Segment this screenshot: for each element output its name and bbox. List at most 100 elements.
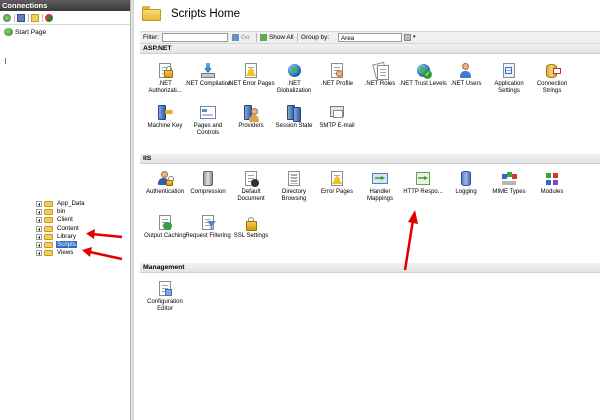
feature-net-error-pages[interactable]: .NET Error Pages <box>227 62 275 104</box>
expand-icon[interactable] <box>36 209 42 216</box>
feature-pages-and-controls[interactable]: Pages and Controls <box>186 104 230 146</box>
feature-directory-browsing[interactable]: Directory Browsing <box>272 170 316 212</box>
group-by-select[interactable]: Area <box>338 33 402 42</box>
toolbar-separator <box>256 33 257 42</box>
start-page-icon <box>4 28 13 37</box>
feature-label: Authentication <box>145 189 185 195</box>
expand-icon[interactable] <box>36 201 42 208</box>
section-header-aspnet: ASP.NET <box>140 44 600 54</box>
modules-icon <box>543 170 561 188</box>
handler-mappings-icon <box>371 170 389 188</box>
tree-item-bin[interactable]: bin <box>36 208 86 216</box>
feature-providers[interactable]: Providers <box>229 104 273 146</box>
providers-icon <box>242 104 260 122</box>
feature-label: Logging <box>455 189 477 195</box>
tree-item-scripts[interactable]: Scripts <box>36 240 86 249</box>
feature-label: Connection Strings <box>536 81 568 94</box>
folder-icon <box>44 201 53 208</box>
globe-add-icon[interactable] <box>3 14 11 22</box>
expand-icon[interactable] <box>36 233 42 240</box>
feature-net-profile[interactable]: .NET Profile <box>315 62 359 104</box>
feature-authentication[interactable]: Authentication <box>143 170 187 212</box>
start-page-label: Start Page <box>15 29 47 36</box>
feature-http-response-headers[interactable]: HTTP Respo... <box>401 170 445 212</box>
feature-request-filtering[interactable]: Request Filtering <box>185 214 231 256</box>
tree-item-views[interactable]: Views <box>36 249 86 257</box>
feature-label: HTTP Respo... <box>403 189 443 195</box>
go-button[interactable]: Go <box>241 33 250 42</box>
feature-application-settings[interactable]: Application Settings <box>487 62 531 104</box>
feature-mime-types[interactable]: MIME Types <box>487 170 531 212</box>
toolbar-separator <box>297 33 298 42</box>
feature-ssl-settings[interactable]: SSL Settings <box>229 214 273 256</box>
feature-label: .NET Trust Levels <box>399 81 447 87</box>
feature-session-state[interactable]: Session State <box>272 104 316 146</box>
site-folder-tree: App_Data bin Client Content Library Scri… <box>36 200 86 257</box>
feature-configuration-editor[interactable]: Configuration Editor <box>143 280 187 322</box>
download-icon <box>199 62 217 80</box>
feature-error-pages[interactable]: Error Pages <box>315 170 359 212</box>
feature-connection-strings[interactable]: Connection Strings <box>530 62 574 104</box>
feature-label: Error Pages <box>320 189 353 195</box>
view-mode-icon[interactable] <box>404 34 411 41</box>
expand-icon[interactable] <box>36 225 42 232</box>
feature-machine-key[interactable]: Machine Key <box>143 104 187 146</box>
tree-item-label: Library <box>57 232 76 240</box>
filter-input[interactable] <box>162 33 228 42</box>
feature-label: Default Document <box>237 189 265 202</box>
machine-key-icon <box>156 104 174 122</box>
red-arrow-http-response <box>403 210 418 271</box>
folder-icon <box>44 242 53 249</box>
feature-label: .NET Globalization <box>276 81 312 94</box>
tree-item-label: App_Data <box>57 200 85 207</box>
feature-modules[interactable]: Modules <box>530 170 574 212</box>
feature-default-document[interactable]: Default Document <box>229 170 273 212</box>
expand-icon[interactable] <box>36 217 42 224</box>
tree-item-library[interactable]: Library <box>36 233 86 241</box>
feature-handler-mappings[interactable]: Handler Mappings <box>358 170 402 212</box>
features-view: Scripts Home Filter: Go Show All Group b… <box>134 0 600 420</box>
tree-start-page[interactable]: Start Page <box>4 28 46 37</box>
feature-label: MIME Types <box>492 189 526 195</box>
users-icon <box>457 62 475 80</box>
directory-browsing-icon <box>285 170 303 188</box>
tree-item-client[interactable]: Client <box>36 216 86 224</box>
feature-label: Modules <box>540 189 564 195</box>
folder-up-icon[interactable] <box>31 14 39 22</box>
feature-label: .NET Users <box>450 81 482 87</box>
feature-label: Application Settings <box>494 81 524 94</box>
feature-net-authorization[interactable]: .NET Authorizati... <box>143 62 187 104</box>
tree-item-label: Content <box>57 224 79 232</box>
default-document-icon <box>242 170 260 188</box>
feature-net-trust-levels[interactable]: ✓ .NET Trust Levels <box>399 62 447 104</box>
save-icon[interactable] <box>17 14 25 22</box>
red-arrow-scripts <box>82 247 123 261</box>
filter-label: Filter: <box>143 34 159 41</box>
features-grid: ASP.NET .NET Authorizati... .NET Compila… <box>140 44 600 420</box>
feature-net-users[interactable]: .NET Users <box>444 62 488 104</box>
authentication-icon <box>156 170 174 188</box>
expand-icon[interactable] <box>36 250 42 257</box>
feature-logging[interactable]: Logging <box>444 170 488 212</box>
feature-label: Configuration Editor <box>147 299 183 312</box>
toolbar-separator <box>14 14 15 22</box>
expand-icon[interactable] <box>36 242 42 249</box>
disconnect-icon[interactable] <box>45 14 53 22</box>
configuration-editor-icon <box>156 280 174 298</box>
feature-smtp-email[interactable]: SMTP E-mail <box>315 104 359 146</box>
tree-item-label: Scripts <box>56 240 77 248</box>
feature-net-globalization[interactable]: .NET Globalization <box>272 62 316 104</box>
tree-item-content[interactable]: Content <box>36 225 86 233</box>
chevron-down-icon[interactable]: ▾ <box>413 33 416 42</box>
feature-net-roles[interactable]: .NET Roles <box>358 61 402 104</box>
feature-net-compilation[interactable]: .NET Compilation <box>185 62 231 104</box>
feature-compression[interactable]: Compression <box>186 170 230 212</box>
mime-types-icon <box>500 170 518 188</box>
show-all-button[interactable]: Show All <box>269 33 294 42</box>
feature-output-caching[interactable]: Output Caching <box>143 214 187 256</box>
tree-item-app-data[interactable]: App_Data <box>36 200 86 208</box>
page-title: Scripts Home <box>171 8 241 20</box>
profile-doc-icon <box>328 62 346 80</box>
ssl-lock-icon <box>242 214 260 232</box>
feature-label: Providers <box>238 123 264 129</box>
